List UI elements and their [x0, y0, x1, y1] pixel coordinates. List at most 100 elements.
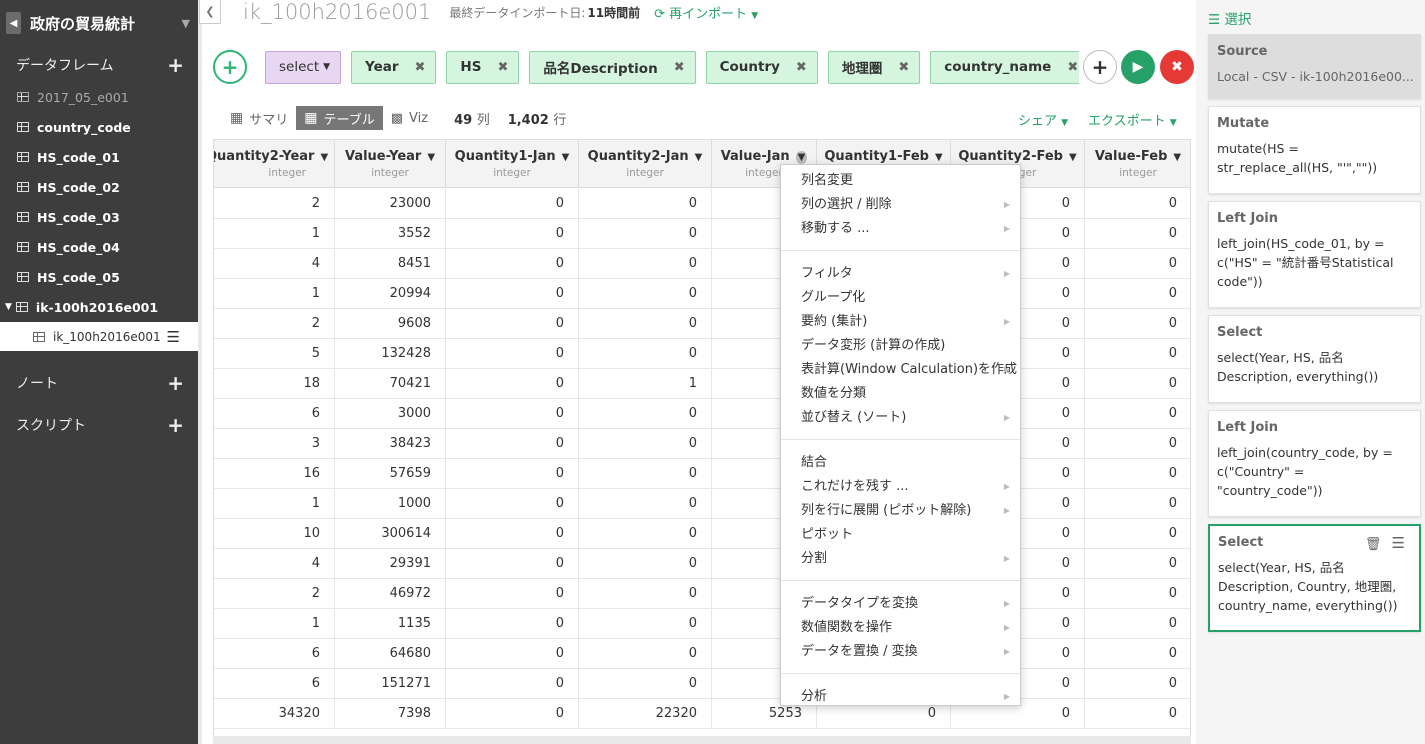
chevron-down-icon[interactable]: ▼ [935, 152, 943, 163]
menu-icon[interactable]: ☰ [1392, 534, 1405, 552]
table-cell[interactable]: 34320 [214, 699, 335, 729]
table-cell[interactable]: 0 [446, 519, 579, 549]
table-cell[interactable]: 0 [446, 489, 579, 519]
table-cell[interactable]: 0 [579, 279, 712, 309]
column-chip-hs[interactable]: HS ✖ [446, 50, 520, 84]
column-chip-year[interactable]: Year ✖ [351, 50, 437, 84]
table-cell[interactable]: 0 [1085, 489, 1190, 519]
sidebar-item-hs-code-02[interactable]: HS_code_02 [0, 172, 198, 202]
table-cell[interactable]: 0 [579, 339, 712, 369]
table-cell[interactable]: 6 [214, 639, 335, 669]
command-chip[interactable]: select ▼ [265, 50, 342, 84]
table-cell[interactable]: 3000 [335, 399, 446, 429]
table-cell[interactable]: 0 [446, 219, 579, 249]
trash-icon[interactable]: 🗑 [1365, 537, 1382, 552]
table-cell[interactable]: 0 [1085, 579, 1190, 609]
table-cell[interactable]: 0 [1085, 369, 1190, 399]
table-cell[interactable]: 70421 [335, 369, 446, 399]
step-select-active[interactable]: Select 🗑 ☰ select(Year, HS, 品名 Descripti… [1208, 524, 1421, 632]
chevron-down-icon[interactable]: ▼ [427, 152, 435, 163]
column-chip-country-name[interactable]: country_name ✖ [930, 50, 1079, 84]
chevron-down-icon[interactable]: ▼ [1069, 152, 1077, 163]
sidebar-item-hs-code-03[interactable]: HS_code_03 [0, 202, 198, 232]
add-step-button[interactable]: + [213, 50, 247, 84]
share-button[interactable]: シェア ▼ [1018, 110, 1068, 129]
remove-icon[interactable]: ✖ [674, 60, 685, 75]
table-cell[interactable]: 4 [214, 249, 335, 279]
table-cell[interactable]: 0 [579, 249, 712, 279]
table-cell[interactable]: 0 [579, 459, 712, 489]
table-cell[interactable]: 2 [214, 309, 335, 339]
table-cell[interactable]: 10 [214, 519, 335, 549]
step-mutate[interactable]: Mutate mutate(HS = str_replace_all(HS, "… [1208, 106, 1421, 194]
table-cell[interactable]: 9608 [335, 309, 446, 339]
table-cell[interactable]: 16 [214, 459, 335, 489]
table-cell[interactable]: 0 [1085, 309, 1190, 339]
menu-item[interactable]: 分割 ▶ [801, 548, 1020, 570]
menu-item[interactable]: データ変形 (計算の作成) [801, 335, 1020, 357]
reimport-button[interactable]: ⟳ 再インポート ▼ [654, 3, 758, 22]
chevron-down-icon[interactable]: ▼ [695, 152, 703, 163]
remove-icon[interactable]: ✖ [796, 60, 807, 75]
add-column-button[interactable]: + [1083, 50, 1117, 84]
column-chip-description[interactable]: 品名Description ✖ [529, 50, 696, 84]
table-cell[interactable]: 3552 [335, 219, 446, 249]
horizontal-scrollbar[interactable] [213, 736, 1191, 744]
remove-icon[interactable]: ✖ [1067, 60, 1078, 75]
table-cell[interactable]: 64680 [335, 639, 446, 669]
menu-item[interactable]: データを置換 / 変換 ▶ [801, 641, 1020, 663]
table-cell[interactable]: 0 [579, 579, 712, 609]
table-cell[interactable]: 1000 [335, 489, 446, 519]
column-chip-country[interactable]: Country ✖ [705, 50, 818, 84]
sidebar-item-hs-code-01[interactable]: HS_code_01 [0, 142, 198, 172]
table-cell[interactable]: 1 [214, 609, 335, 639]
table-cell[interactable]: 20994 [335, 279, 446, 309]
table-cell[interactable]: 1 [214, 489, 335, 519]
table-cell[interactable]: 0 [446, 249, 579, 279]
table-cell[interactable]: 46972 [335, 579, 446, 609]
menu-icon[interactable]: ☰ [167, 328, 180, 346]
project-header[interactable]: ◀ 政府の貿易統計 ▼ [0, 0, 198, 46]
table-cell[interactable]: 0 [579, 549, 712, 579]
step-source[interactable]: Source Local - CSV - ik-100h2016e00... [1208, 34, 1421, 99]
table-cell[interactable]: 0 [446, 309, 579, 339]
add-note-icon[interactable]: + [167, 371, 184, 395]
menu-item[interactable]: 要約 (集計) ▶ [801, 311, 1020, 333]
table-cell[interactable]: 0 [579, 309, 712, 339]
table-cell[interactable]: 57659 [335, 459, 446, 489]
export-button[interactable]: エクスポート ▼ [1088, 110, 1177, 129]
sidebar-item-2017-05-e001[interactable]: 2017_05_e001 [0, 82, 198, 112]
column-header[interactable]: Quantity2-Jan ▼ integer [579, 140, 712, 188]
table-cell[interactable]: 1135 [335, 609, 446, 639]
table-cell[interactable]: 0 [446, 189, 579, 219]
menu-item[interactable]: フィルタ ▶ [801, 263, 1020, 285]
table-cell[interactable]: 0 [446, 699, 579, 729]
run-button[interactable]: ▶ [1121, 50, 1155, 84]
table-cell[interactable]: 0 [446, 609, 579, 639]
sidebar-subitem-active[interactable]: ik_100h2016e001 ☰ [0, 322, 198, 351]
table-cell[interactable]: 0 [579, 429, 712, 459]
table-cell[interactable]: 0 [579, 639, 712, 669]
column-header[interactable]: Value-Year ▼ integer [335, 140, 446, 188]
column-chip-region[interactable]: 地理圏 ✖ [827, 50, 921, 84]
chevron-down-icon[interactable]: ▼ [562, 152, 570, 163]
table-cell[interactable]: 0 [1085, 279, 1190, 309]
menu-item[interactable]: 列名変更 [801, 170, 1020, 192]
table-cell[interactable]: 0 [446, 579, 579, 609]
table-cell[interactable]: 6 [214, 399, 335, 429]
table-cell[interactable]: 0 [1085, 339, 1190, 369]
table-cell[interactable]: 0 [579, 399, 712, 429]
menu-item[interactable]: 並び替え (ソート) ▶ [801, 407, 1020, 429]
table-cell[interactable]: 0 [1085, 459, 1190, 489]
table-cell[interactable]: 0 [1085, 699, 1190, 729]
table-cell[interactable]: 0 [1085, 609, 1190, 639]
table-cell[interactable]: 5 [214, 339, 335, 369]
table-cell[interactable]: 0 [446, 429, 579, 459]
table-cell[interactable]: 0 [446, 669, 579, 699]
table-cell[interactable]: 0 [1085, 189, 1190, 219]
tab-summary[interactable]: ▦ サマリ [222, 106, 296, 130]
table-cell[interactable]: 0 [579, 189, 712, 219]
table-cell[interactable]: 0 [446, 339, 579, 369]
table-cell[interactable]: 8451 [335, 249, 446, 279]
table-cell[interactable]: 0 [446, 459, 579, 489]
